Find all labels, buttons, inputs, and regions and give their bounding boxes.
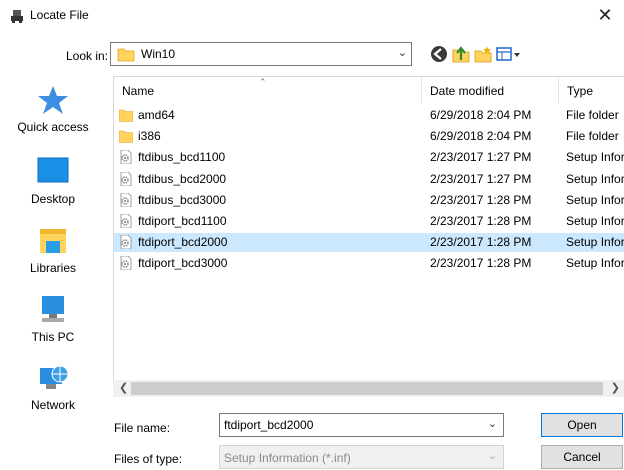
libraries-icon (40, 229, 66, 253)
app-icon (11, 10, 23, 23)
file-row[interactable]: ftdiport_bcd2000 2/23/2017 1:28 PM Setup I… (114, 233, 624, 253)
place-desktop[interactable]: Desktop (0, 156, 106, 206)
filename-label: File name: (114, 421, 171, 435)
file-type: Setup Information (566, 171, 624, 186)
view-menu-icon[interactable] (495, 44, 521, 64)
filetype-label: Files of type: (114, 452, 183, 466)
file-type: Setup Information (566, 214, 624, 228)
place-label: Desktop (30, 192, 76, 206)
place-label: Network (30, 398, 75, 412)
file-type: Setup Information (566, 150, 624, 165)
back-icon[interactable] (429, 44, 449, 64)
file-row[interactable]: ftdibus_bcd2000 2/23/2017 1:27 PM Setup In… (114, 170, 624, 189)
column-date-modified[interactable]: Date modified (422, 77, 558, 103)
place-quick-access[interactable]: Quick access (0, 84, 106, 134)
scroll-right-icon[interactable]: ❯ (611, 381, 620, 394)
file-name: ftdiport_bcd2000 (138, 235, 228, 250)
file-list[interactable]: ⌃ Name Date modified Type amd64 6/29/2018… (113, 76, 624, 396)
star-icon (38, 86, 68, 114)
setup-file-icon (120, 171, 132, 186)
chevron-down-icon: ⌄ (487, 450, 497, 462)
desktop-icon (37, 157, 69, 183)
filetype-value: Setup Information (*.inf) (224, 451, 351, 465)
chevron-down-icon[interactable]: ⌄ (488, 417, 497, 430)
setup-file-icon (120, 256, 132, 271)
folder-icon (117, 48, 135, 62)
column-name[interactable]: Name (114, 77, 421, 103)
file-type: Setup Information (566, 256, 624, 271)
setup-file-icon (120, 214, 132, 228)
place-network[interactable]: Network (0, 362, 106, 412)
file-name: amd64 (138, 108, 175, 122)
cancel-button[interactable]: Cancel (541, 445, 623, 469)
places-bar: Quick access Desktop Libraries This PC N… (0, 80, 106, 470)
file-date-modified: 2/23/2017 1:28 PM (430, 192, 532, 207)
file-date-modified: 2/23/2017 1:28 PM (430, 256, 532, 271)
filetype-dropdown[interactable]: Setup Information (*.inf) ⌄ (219, 445, 504, 469)
open-button[interactable]: Open (541, 413, 623, 437)
lookin-label: Look in: (66, 49, 109, 63)
place-label: This PC (31, 330, 75, 344)
file-date-modified: 6/29/2018 2:04 PM (430, 129, 532, 144)
column-type[interactable]: Type (559, 77, 624, 103)
place-label: Libraries (29, 261, 77, 275)
setup-file-icon (120, 235, 132, 250)
computer-icon (42, 296, 64, 322)
title-bar: Locate File ✕ (0, 0, 624, 32)
new-folder-icon[interactable] (473, 44, 493, 64)
file-date-modified: 2/23/2017 1:27 PM (430, 171, 532, 186)
filename-input[interactable]: ftdiport_bcd2000 ⌄ (219, 413, 504, 437)
up-folder-icon[interactable] (451, 44, 471, 64)
place-this-pc[interactable]: This PC (0, 294, 106, 344)
network-icon (40, 365, 69, 389)
file-type: Setup Information (566, 192, 624, 207)
file-row[interactable]: ftdiport_bcd1100 2/23/2017 1:28 PM Setup I… (114, 212, 624, 231)
file-date-modified: 2/23/2017 1:28 PM (430, 214, 532, 228)
window-title: Locate File (30, 8, 89, 22)
filename-value: ftdiport_bcd2000 (224, 418, 314, 432)
file-name: ftdiport_bcd1100 (138, 214, 227, 228)
folder-icon (119, 109, 133, 122)
file-row[interactable]: ftdibus_bcd3000 2/23/2017 1:28 PM Setup In… (114, 191, 624, 210)
file-row[interactable]: amd64 6/29/2018 2:04 PM File folder (114, 106, 624, 125)
file-row[interactable]: ftdibus_bcd1100 2/23/2017 1:27 PM Setup In… (114, 148, 624, 167)
scroll-left-icon[interactable]: ❮ (119, 381, 128, 394)
file-date-modified: 2/23/2017 1:27 PM (430, 150, 532, 165)
lookin-dropdown[interactable]: Win10 ⌄ (110, 42, 412, 66)
setup-file-icon (120, 192, 132, 207)
file-name: i386 (138, 129, 161, 144)
setup-file-icon (120, 150, 132, 165)
place-label: Quick access (17, 120, 89, 134)
file-name: ftdibus_bcd1100 (138, 150, 226, 165)
file-type: File folder (566, 108, 619, 122)
chevron-down-icon: ⌄ (397, 47, 407, 59)
close-button[interactable]: ✕ (594, 4, 616, 26)
file-type: File folder (566, 129, 619, 144)
file-date-modified: 2/23/2017 1:28 PM (430, 235, 532, 250)
file-name: ftdibus_bcd3000 (138, 192, 227, 207)
file-type: Setup Information (566, 235, 624, 250)
file-name: ftdiport_bcd3000 (138, 256, 228, 271)
folder-icon (119, 130, 133, 143)
file-row[interactable]: i386 6/29/2018 2:04 PM File folder (114, 127, 624, 146)
column-header-row: ⌃ Name Date modified Type (114, 77, 624, 103)
file-date-modified: 6/29/2018 2:04 PM (430, 108, 532, 122)
scroll-thumb[interactable] (131, 382, 603, 395)
lookin-value: Win10 (141, 47, 176, 61)
file-name: ftdibus_bcd2000 (138, 171, 227, 186)
horizontal-scrollbar[interactable]: ❮ ❯ (113, 380, 624, 397)
file-row[interactable]: ftdiport_bcd3000 2/23/2017 1:28 PM Setup I… (114, 254, 624, 273)
place-libraries[interactable]: Libraries (0, 225, 106, 275)
